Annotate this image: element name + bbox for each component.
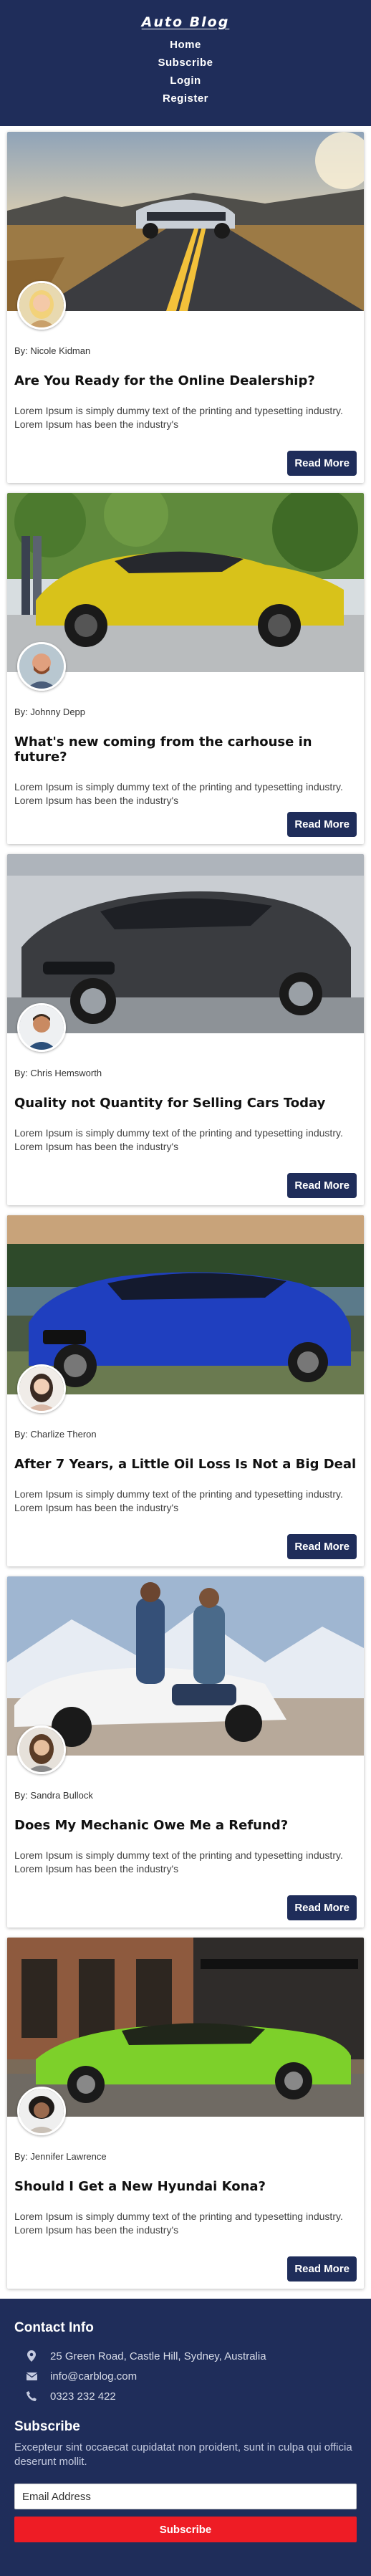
nav-home[interactable]: Home	[0, 36, 371, 54]
author-avatar	[17, 1003, 66, 1052]
post-title[interactable]: Quality not Quantity for Selling Cars To…	[14, 1096, 357, 1111]
contact-heading: Contact Info	[14, 2320, 94, 2335]
envelope-icon	[24, 2372, 39, 2380]
post-title[interactable]: What's new coming from the carhouse in f…	[14, 734, 357, 765]
read-more-button[interactable]: Read More	[287, 1534, 357, 1559]
nav-register[interactable]: Register	[0, 90, 371, 107]
address-text: 25 Green Road, Castle Hill, Sydney, Aust…	[50, 2350, 266, 2362]
post-image[interactable]	[7, 1938, 364, 2117]
post-title[interactable]: Should I Get a New Hyundai Kona?	[14, 2179, 357, 2194]
read-more-button[interactable]: Read More	[287, 1895, 357, 1920]
post-author: By: Charlize Theron	[14, 1429, 97, 1440]
post-author: By: Nicole Kidman	[14, 345, 91, 356]
read-more-button[interactable]: Read More	[287, 812, 357, 837]
post-excerpt: Lorem Ipsum is simply dummy text of the …	[14, 1488, 343, 1513]
post-list: By: Nicole Kidman Are You Ready for the …	[0, 126, 371, 2289]
post-excerpt: Lorem Ipsum is simply dummy text of the …	[14, 1849, 343, 1874]
post-image[interactable]	[7, 493, 364, 672]
author-avatar	[17, 642, 66, 691]
post-image[interactable]	[7, 132, 364, 311]
main-nav: Home Subscribe Login Register	[0, 36, 371, 107]
subscribe-heading: Subscribe	[14, 2419, 80, 2434]
post-excerpt: Lorem Ipsum is simply dummy text of the …	[14, 2211, 343, 2236]
post-author: By: Chris Hemsworth	[14, 1068, 102, 1078]
post-image[interactable]	[7, 1576, 364, 1756]
brand-logo[interactable]: Auto Blog	[142, 14, 230, 30]
post-image[interactable]	[7, 1215, 364, 1394]
contact-list: 25 Green Road, Castle Hill, Sydney, Aust…	[14, 2346, 357, 2406]
read-more-button[interactable]: Read More	[287, 451, 357, 476]
phone-text[interactable]: 0323 232 422	[50, 2390, 116, 2403]
contact-address: 25 Green Road, Castle Hill, Sydney, Aust…	[14, 2346, 357, 2366]
post-card: By: Sandra Bullock Does My Mechanic Owe …	[7, 1576, 364, 1928]
email-address-input[interactable]	[14, 2484, 357, 2509]
nav-subscribe[interactable]: Subscribe	[0, 54, 371, 72]
post-title[interactable]: After 7 Years, a Little Oil Loss Is Not …	[14, 1457, 357, 1472]
post-card: By: Chris Hemsworth Quality not Quantity…	[7, 854, 364, 1205]
contact-email: info@carblog.com	[14, 2366, 357, 2386]
post-card: By: Charlize Theron After 7 Years, a Lit…	[7, 1215, 364, 1566]
subscribe-button[interactable]: Subscribe	[14, 2517, 357, 2542]
phone-icon	[24, 2391, 39, 2401]
post-author: By: Johnny Depp	[14, 707, 86, 717]
post-excerpt: Lorem Ipsum is simply dummy text of the …	[14, 1127, 343, 1152]
map-marker-icon	[24, 2350, 39, 2362]
post-card: By: Nicole Kidman Are You Ready for the …	[7, 132, 364, 483]
nav-login[interactable]: Login	[0, 72, 371, 90]
read-more-button[interactable]: Read More	[287, 1173, 357, 1198]
email-text[interactable]: info@carblog.com	[50, 2370, 137, 2383]
post-image[interactable]	[7, 854, 364, 1033]
post-author: By: Sandra Bullock	[14, 1790, 93, 1801]
author-avatar	[17, 2087, 66, 2135]
site-footer: Contact Info 25 Green Road, Castle Hill,…	[0, 2299, 371, 2576]
subscribe-text: Excepteur sint occaecat cupidatat non pr…	[14, 2441, 352, 2468]
site-header: Auto Blog Home Subscribe Login Register	[0, 0, 371, 126]
post-author: By: Jennifer Lawrence	[14, 2151, 107, 2162]
post-excerpt: Lorem Ipsum is simply dummy text of the …	[14, 781, 343, 806]
post-title[interactable]: Are You Ready for the Online Dealership?	[14, 373, 357, 388]
read-more-button[interactable]: Read More	[287, 2256, 357, 2281]
post-excerpt: Lorem Ipsum is simply dummy text of the …	[14, 405, 343, 430]
post-card: By: Jennifer Lawrence Should I Get a New…	[7, 1938, 364, 2289]
post-title[interactable]: Does My Mechanic Owe Me a Refund?	[14, 1818, 357, 1833]
contact-phone: 0323 232 422	[14, 2386, 357, 2406]
post-card: By: Johnny Depp What's new coming from t…	[7, 493, 364, 844]
author-avatar	[17, 281, 66, 330]
author-avatar	[17, 1364, 66, 1413]
author-avatar	[17, 1725, 66, 1774]
